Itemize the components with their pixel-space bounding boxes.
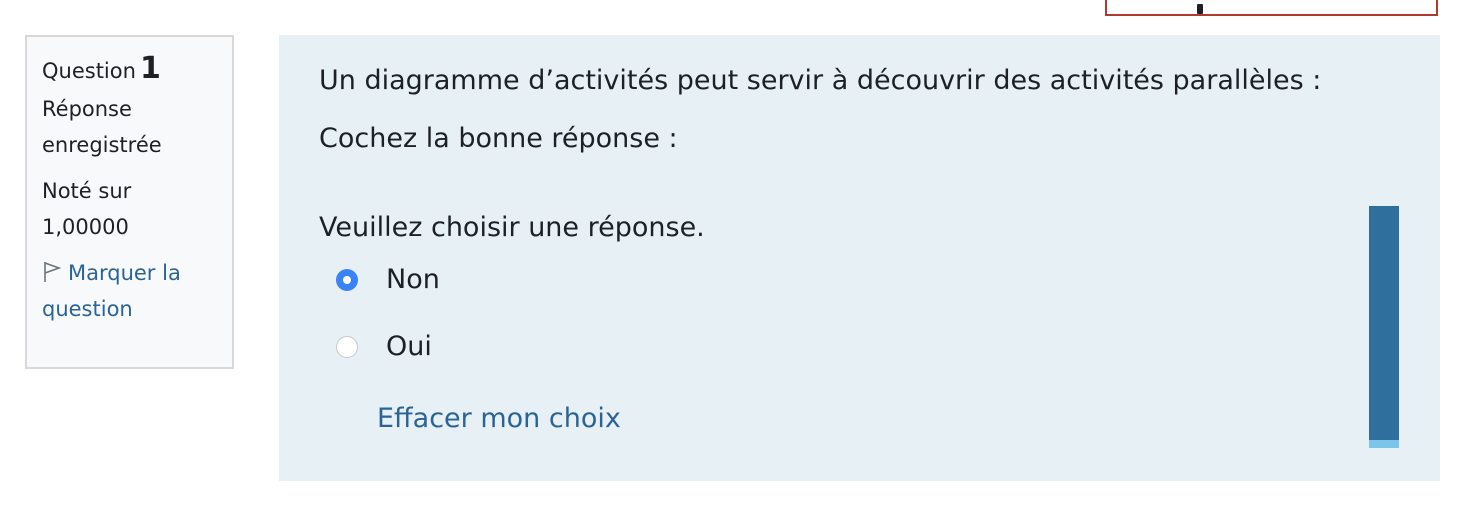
question-info-panel: Question 1 Réponse enregistrée Noté sur 1… xyxy=(25,35,234,369)
grade-line-2: 1,00000 xyxy=(42,215,129,239)
grade-line-1: Noté sur xyxy=(42,179,132,203)
flag-question-link[interactable]: Marquer la question xyxy=(42,255,218,327)
partial-glyph xyxy=(1197,4,1203,14)
status-line-1: Réponse xyxy=(42,97,132,121)
question-grade: Noté sur 1,00000 xyxy=(42,173,218,245)
question-heading: Question 1 xyxy=(42,54,218,85)
quiz-page: Question 1 Réponse enregistrée Noté sur 1… xyxy=(0,0,1464,518)
question-label: Question xyxy=(42,59,136,83)
question-text: Un diagramme d’activités peut servir à d… xyxy=(319,65,1322,96)
answer-prompt: Veuillez choisir une réponse. xyxy=(319,212,705,243)
question-number: 1 xyxy=(139,51,161,86)
question-status: Réponse enregistrée xyxy=(42,91,218,163)
question-instruction: Cochez la bonne réponse : xyxy=(319,123,678,154)
answer-option-label[interactable]: Oui xyxy=(386,327,432,367)
clear-choice-link[interactable]: Effacer mon choix xyxy=(377,399,621,439)
question-content: Un diagramme d’activités peut servir à d… xyxy=(279,35,1440,481)
top-navigation-box-partial xyxy=(1105,0,1438,16)
answer-option-non[interactable]: Non xyxy=(336,260,440,300)
radio-button-checked[interactable] xyxy=(336,269,358,291)
radio-button-unchecked[interactable] xyxy=(336,336,358,358)
answer-option-oui[interactable]: Oui xyxy=(336,327,432,367)
side-scroll-bar[interactable] xyxy=(1369,206,1399,448)
flag-icon xyxy=(42,258,62,282)
flag-link-line-1[interactable]: Marquer la xyxy=(68,261,181,285)
status-line-2: enregistrée xyxy=(42,133,162,157)
answer-option-label[interactable]: Non xyxy=(386,260,440,300)
flag-link-line-2[interactable]: question xyxy=(42,297,133,321)
